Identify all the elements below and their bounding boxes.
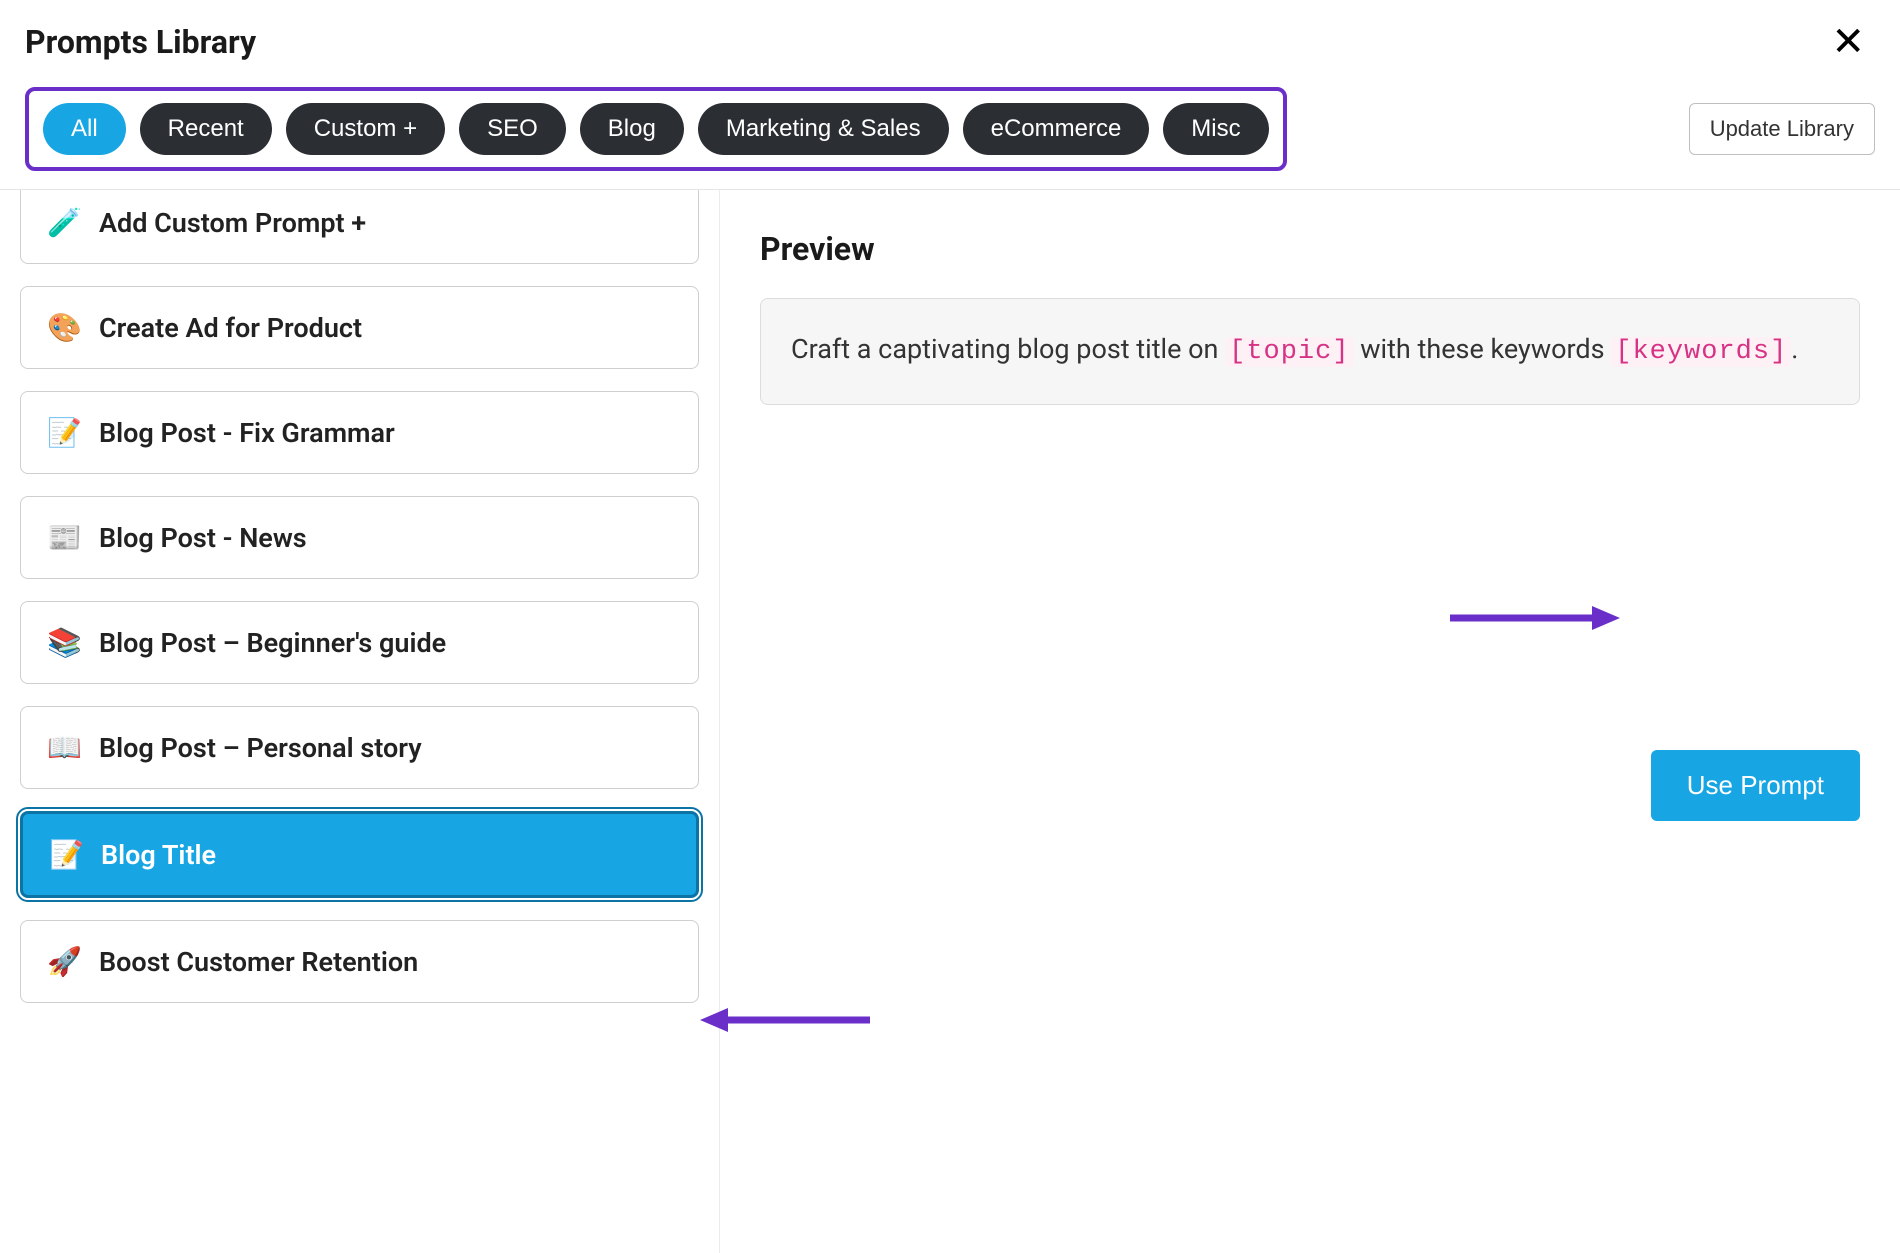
filter-pill-blog[interactable]: Blog [580,103,684,155]
preview-text-mid: with these keywords [1354,333,1612,365]
filter-pill-marketing-sales[interactable]: Marketing & Sales [698,103,949,155]
close-button[interactable]: ✕ [1821,22,1875,62]
preview-text-post: . [1791,333,1798,365]
books-icon: 📚 [47,626,81,659]
prompt-item-fix-grammar[interactable]: 📝 Blog Post - Fix Grammar [20,391,699,474]
open-book-icon: 📖 [47,731,81,764]
update-library-button[interactable]: Update Library [1689,103,1875,155]
prompt-item-beginners-guide[interactable]: 📚 Blog Post – Beginner's guide [20,601,699,684]
arrow-right-icon [1450,598,1620,638]
modal-title: Prompts Library [25,23,256,61]
prompt-item-label: Create Ad for Product [99,312,362,344]
prompt-item-boost-retention[interactable]: 🚀 Boost Customer Retention [20,920,699,1003]
preview-token-keywords: [keywords] [1611,337,1791,367]
filter-pill-custom[interactable]: Custom + [286,103,445,155]
prompt-item-label: Blog Post – Personal story [99,732,422,764]
prompt-item-personal-story[interactable]: 📖 Blog Post – Personal story [20,706,699,789]
modal-body: 🧪 Add Custom Prompt + 🎨 Create Ad for Pr… [0,190,1900,1253]
preview-text-pre: Craft a captivating blog post title on [791,333,1225,365]
close-icon: ✕ [1831,20,1865,64]
rocket-icon: 🚀 [47,945,81,978]
filter-row: All Recent Custom + SEO Blog Marketing &… [0,72,1900,190]
prompt-item-news[interactable]: 📰 Blog Post - News [20,496,699,579]
memo-icon: 📝 [47,416,81,449]
filter-pill-seo[interactable]: SEO [459,103,566,155]
prompt-item-blog-title[interactable]: 📝 Blog Title [20,811,699,898]
prompt-item-label: Blog Title [101,839,216,871]
filter-pill-misc[interactable]: Misc [1163,103,1268,155]
annotation-arrow-right [1450,598,1620,638]
newspaper-icon: 📰 [47,521,81,554]
preview-heading: Preview [760,230,1860,268]
filter-pills-group: All Recent Custom + SEO Blog Marketing &… [25,87,1287,171]
preview-token-topic: [topic] [1225,337,1353,367]
prompt-item-label: Add Custom Prompt + [99,207,366,239]
prompt-item-label: Blog Post – Beginner's guide [99,627,446,659]
test-tube-icon: 🧪 [47,206,81,239]
prompts-list: 🧪 Add Custom Prompt + 🎨 Create Ad for Pr… [0,190,720,1253]
arrow-left-icon [700,1000,870,1040]
preview-text-box: Craft a captivating blog post title on [… [760,298,1860,405]
filter-pill-all[interactable]: All [43,103,126,155]
use-prompt-button[interactable]: Use Prompt [1651,750,1860,821]
palette-icon: 🎨 [47,311,81,344]
filter-pill-recent[interactable]: Recent [140,103,272,155]
memo-icon: 📝 [49,838,83,871]
prompt-item-label: Blog Post - Fix Grammar [99,417,395,449]
preview-panel: Preview Craft a captivating blog post ti… [720,190,1900,1253]
prompts-library-modal: Prompts Library ✕ All Recent Custom + SE… [0,0,1900,1238]
annotation-arrow-left [700,1000,870,1040]
prompt-item-label: Blog Post - News [99,522,307,554]
modal-header: Prompts Library ✕ [0,0,1900,72]
prompt-item-add-custom[interactable]: 🧪 Add Custom Prompt + [20,190,699,264]
filter-pill-ecommerce[interactable]: eCommerce [963,103,1150,155]
prompt-item-create-ad[interactable]: 🎨 Create Ad for Product [20,286,699,369]
prompt-item-label: Boost Customer Retention [99,946,418,978]
